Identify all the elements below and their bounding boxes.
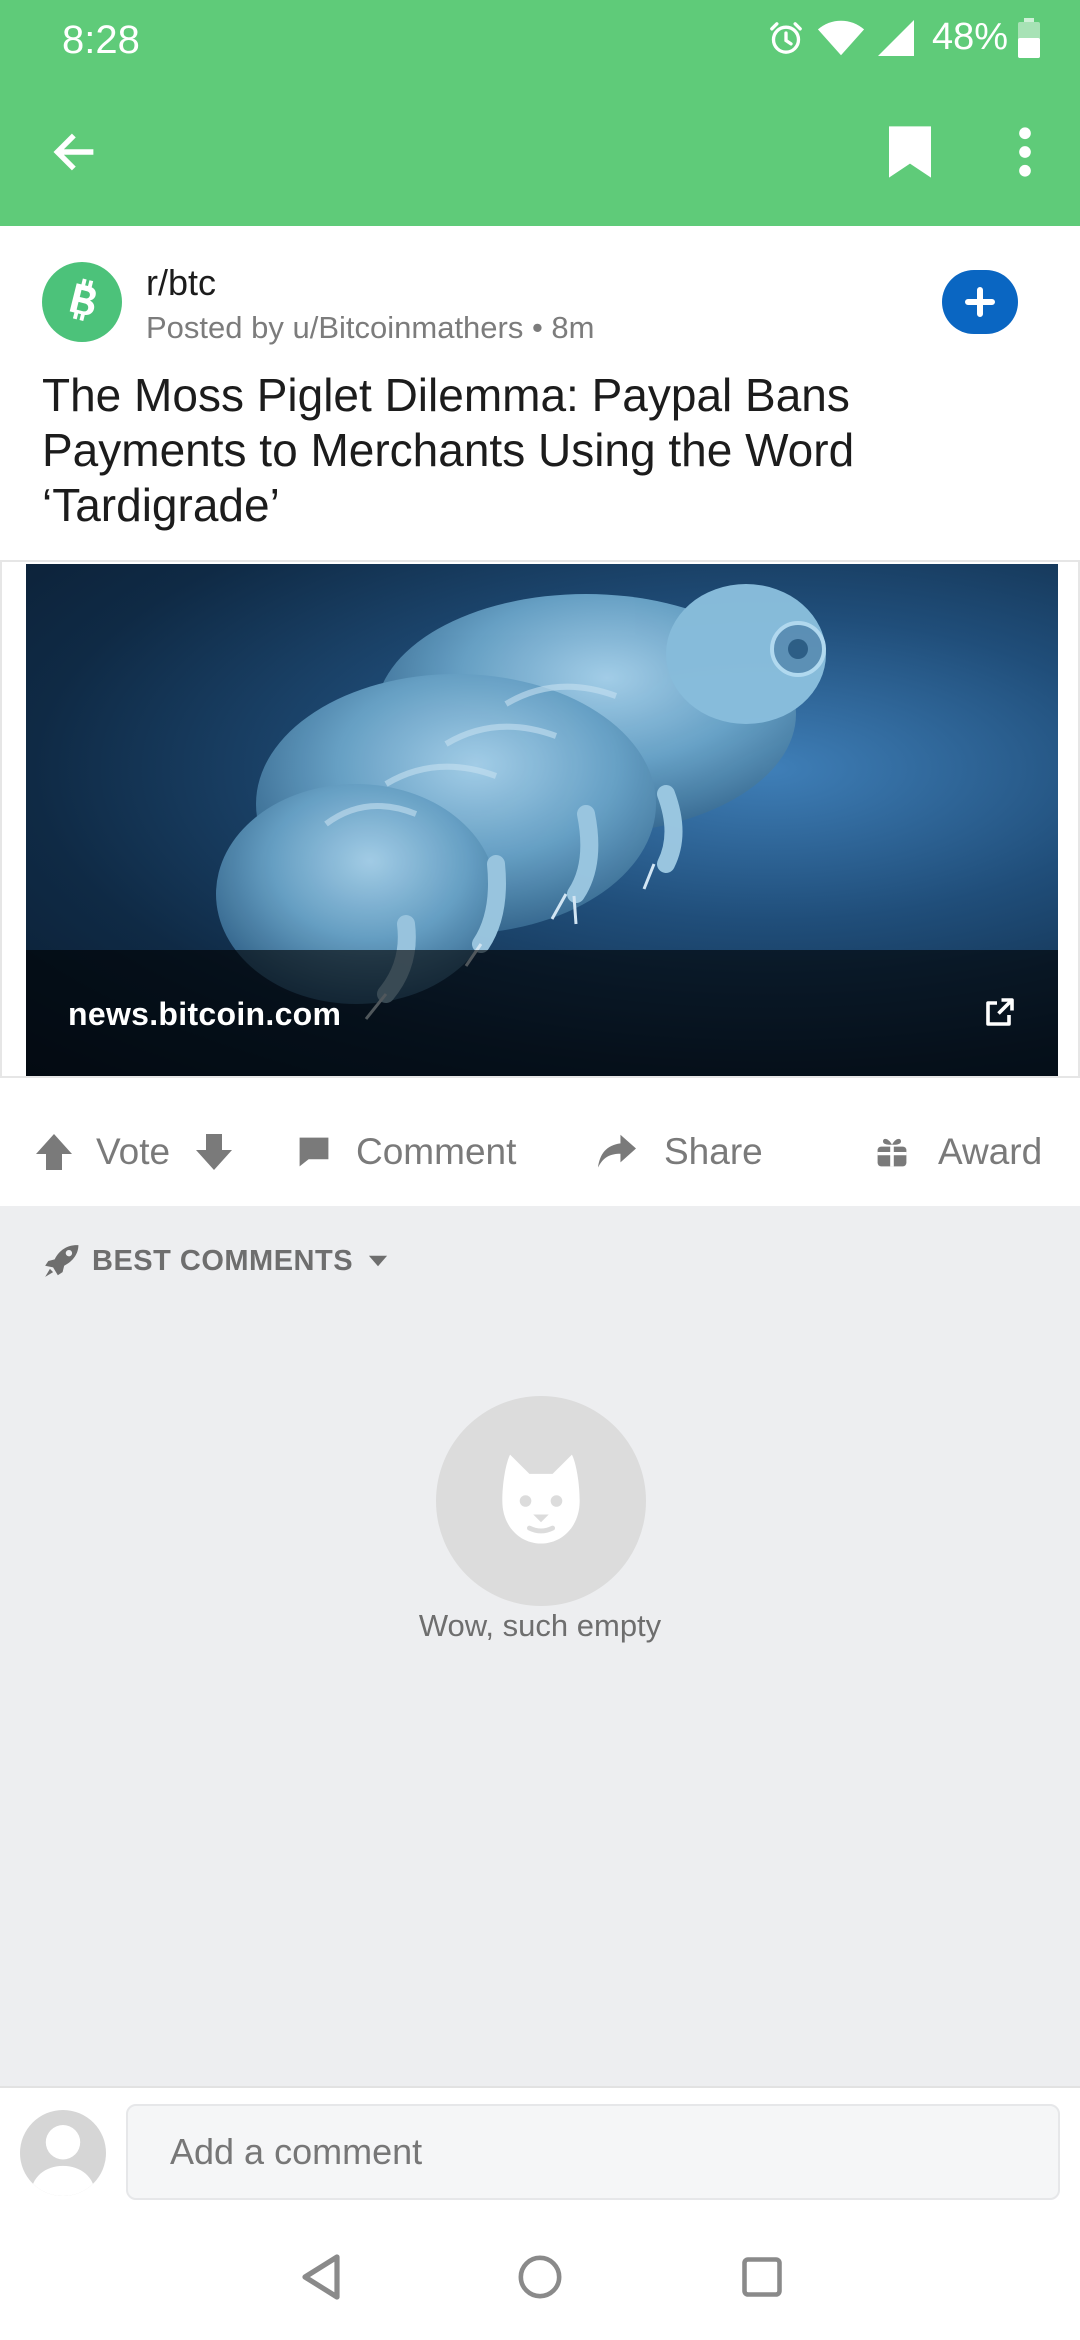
post-actions: Vote Comment Share Award [0,1092,1080,1212]
add-comment-input[interactable]: Add a comment [126,2104,1060,2200]
link-preview-image[interactable]: news.bitcoin.com [26,564,1058,1076]
upvote-icon [36,1134,72,1170]
bookmark-icon [889,126,931,178]
signal-icon [877,19,914,56]
more-vert-icon [1019,127,1031,177]
rocket-icon [45,1245,79,1277]
join-subreddit-button[interactable] [942,270,1018,334]
status-icons: 48% [766,16,1040,59]
downvote-button[interactable] [194,1124,234,1180]
wifi-icon [817,20,865,55]
downvote-icon [196,1134,232,1170]
link-domain[interactable]: news.bitcoin.com [68,996,341,1033]
cat-face-icon [502,1454,580,1544]
comment-sort-dropdown[interactable]: BEST COMMENTS [42,1242,391,1280]
empty-state-illustration [436,1396,646,1606]
share-icon [598,1134,636,1168]
user-avatar-icon [30,2125,96,2196]
vote-label: Vote [96,1131,171,1172]
external-link-icon [986,998,1014,1026]
sort-label: BEST COMMENTS [92,1244,354,1277]
nav-recents-icon [742,2257,782,2297]
system-navigation-bar [0,2210,1080,2340]
nav-back-button[interactable] [286,2242,356,2312]
share-label: Share [664,1131,763,1172]
comment-button[interactable]: Comment [296,1124,516,1180]
post-title: The Moss Piglet Dilemma: Paypal Bans Pay… [42,369,855,531]
user-avatar[interactable] [20,2110,106,2196]
subreddit-name[interactable]: r/btc [146,262,216,304]
award-button[interactable]: Award [874,1124,1042,1180]
battery-percent: 48% [931,16,1008,58]
subreddit-avatar[interactable] [42,262,122,342]
battery-icon [1018,17,1040,58]
comment-icon [299,1137,329,1167]
comment-label: Comment [356,1131,517,1172]
caret-down-icon [368,1255,388,1267]
plus-icon [965,287,995,317]
back-button[interactable] [34,112,114,192]
award-label: Award [938,1131,1043,1172]
post-meta[interactable]: Posted by u/Bitcoinmathers • 8m [146,310,595,346]
gift-icon [877,1138,907,1167]
nav-recents-button[interactable] [727,2242,797,2312]
share-button[interactable]: Share [596,1124,763,1180]
link-preview-caption: news.bitcoin.com [26,950,1058,1076]
upvote-button[interactable] [34,1124,74,1180]
nav-back-icon [302,2254,340,2300]
back-arrow-icon [53,133,94,171]
nav-home-button[interactable] [505,2242,575,2312]
comments-section: BEST COMMENTS Wow, such empty [0,1206,1080,2086]
nav-home-icon [518,2255,562,2299]
more-options-button[interactable] [985,112,1065,192]
top-app-bar: 8:28 48% [0,0,1080,226]
empty-state-text: Wow, such empty [418,1608,662,1643]
link-preview[interactable]: news.bitcoin.com [0,560,1080,1078]
comment-composer: Add a comment [0,2086,1080,2210]
status-time: 8:28 [62,18,140,62]
alarm-icon [770,21,802,54]
bitcoin-icon [69,278,96,321]
bookmark-button[interactable] [870,112,950,192]
